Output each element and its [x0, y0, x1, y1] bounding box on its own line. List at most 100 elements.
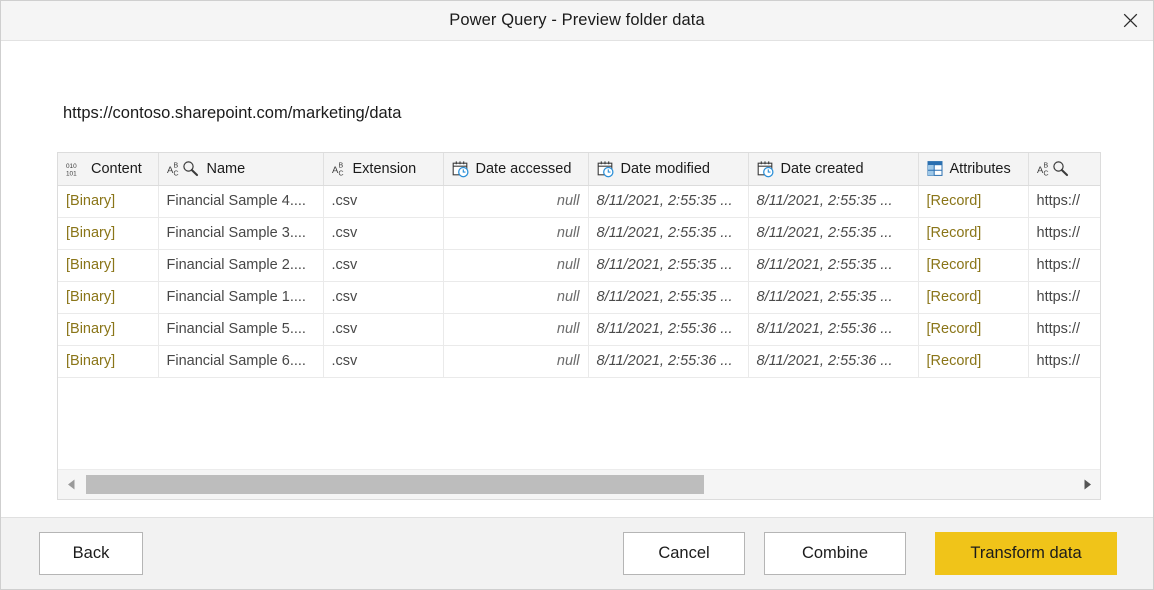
- cell-name: Financial Sample 2....: [158, 249, 324, 282]
- binary-link[interactable]: [Binary]: [66, 353, 115, 369]
- cell-folder-path: https://: [1028, 281, 1100, 314]
- column-header-folder-path[interactable]: A B C: [1028, 153, 1100, 186]
- table-row[interactable]: [Binary] Financial Sample 6.... .csv nul…: [58, 345, 1100, 378]
- triangle-right-icon: [1084, 479, 1091, 490]
- cell-content[interactable]: [Binary]: [58, 185, 159, 218]
- column-header-label: Name: [206, 160, 246, 177]
- cell-folder-path: https://: [1028, 249, 1100, 282]
- binary-link[interactable]: [Binary]: [66, 321, 115, 337]
- binary-link[interactable]: [Binary]: [66, 193, 115, 209]
- binary-link[interactable]: [Binary]: [66, 225, 115, 241]
- column-header-label: Content: [91, 160, 142, 177]
- table-row[interactable]: [Binary] Financial Sample 5.... .csv nul…: [58, 313, 1100, 346]
- scroll-left-button[interactable]: [58, 471, 84, 498]
- table-row[interactable]: [Binary] Financial Sample 1.... .csv nul…: [58, 281, 1100, 314]
- preview-table-container: 010 101 Content A B C Name A B C Extensi…: [57, 152, 1101, 500]
- svg-text:101: 101: [66, 170, 77, 177]
- cell-content[interactable]: [Binary]: [58, 281, 159, 314]
- transform-data-button[interactable]: Transform data: [935, 532, 1117, 575]
- svg-text:B: B: [173, 163, 178, 170]
- close-button[interactable]: [1107, 1, 1153, 39]
- table-row[interactable]: [Binary] Financial Sample 2.... .csv nul…: [58, 249, 1100, 282]
- triangle-left-icon: [67, 479, 74, 490]
- cell-attributes[interactable]: [Record]: [918, 249, 1029, 282]
- cell-name: Financial Sample 5....: [158, 313, 324, 346]
- cell-attributes[interactable]: [Record]: [918, 185, 1029, 218]
- record-link[interactable]: [Record]: [927, 289, 982, 305]
- cell-date-created: 8/11/2021, 2:55:35 ...: [748, 185, 919, 218]
- column-header-label: Attributes: [949, 160, 1011, 177]
- cell-attributes[interactable]: [Record]: [918, 313, 1029, 346]
- binary-link[interactable]: [Binary]: [66, 289, 115, 305]
- table-body: [Binary] Financial Sample 4.... .csv nul…: [58, 185, 1100, 378]
- cell-attributes[interactable]: [Record]: [918, 345, 1029, 378]
- datetime-icon: [597, 161, 614, 178]
- svg-text:C: C: [338, 171, 343, 178]
- cell-extension: .csv: [323, 281, 444, 314]
- table-row[interactable]: [Binary] Financial Sample 4.... .csv nul…: [58, 185, 1100, 218]
- binary-link[interactable]: [Binary]: [66, 257, 115, 273]
- column-header-attributes[interactable]: Attributes: [918, 153, 1029, 186]
- column-header-content[interactable]: 010 101 Content: [58, 153, 159, 186]
- cell-content[interactable]: [Binary]: [58, 249, 159, 282]
- cell-name: Financial Sample 6....: [158, 345, 324, 378]
- cell-date-created: 8/11/2021, 2:55:36 ...: [748, 313, 919, 346]
- record-link[interactable]: [Record]: [927, 193, 982, 209]
- cell-date-modified: 8/11/2021, 2:55:36 ...: [588, 345, 749, 378]
- svg-text:C: C: [173, 171, 178, 178]
- cell-name: Financial Sample 4....: [158, 185, 324, 218]
- preview-grid-clip: 010 101 Content A B C Name A B C Extensi…: [58, 153, 1100, 470]
- cell-folder-path: https://: [1028, 345, 1100, 378]
- cell-folder-path: https://: [1028, 185, 1100, 218]
- cell-date-created: 8/11/2021, 2:55:35 ...: [748, 281, 919, 314]
- column-header-label: Date created: [780, 160, 864, 177]
- column-header-label: Date modified: [620, 160, 710, 177]
- cell-content[interactable]: [Binary]: [58, 313, 159, 346]
- cell-date-modified: 8/11/2021, 2:55:35 ...: [588, 281, 749, 314]
- combine-button[interactable]: Combine: [764, 532, 906, 575]
- column-header-name[interactable]: A B C Name: [158, 153, 324, 186]
- folder-url: https://contoso.sharepoint.com/marketing…: [63, 104, 402, 122]
- dialog-body: https://contoso.sharepoint.com/marketing…: [1, 41, 1153, 517]
- cell-date-accessed: null: [443, 313, 589, 346]
- svg-text:B: B: [1043, 163, 1048, 170]
- record-table-icon: [927, 161, 942, 177]
- preview-table: 010 101 Content A B C Name A B C Extensi…: [58, 153, 1100, 378]
- cell-name: Financial Sample 1....: [158, 281, 324, 314]
- scroll-right-button[interactable]: [1074, 471, 1100, 498]
- cell-content[interactable]: [Binary]: [58, 345, 159, 378]
- record-link[interactable]: [Record]: [927, 257, 982, 273]
- text-any-icon: A B C: [1037, 161, 1068, 177]
- column-header-extension[interactable]: A B C Extension: [323, 153, 444, 186]
- record-link[interactable]: [Record]: [927, 225, 982, 241]
- back-button[interactable]: Back: [39, 532, 143, 575]
- cell-date-accessed: null: [443, 281, 589, 314]
- cell-date-created: 8/11/2021, 2:55:36 ...: [748, 345, 919, 378]
- record-link[interactable]: [Record]: [927, 353, 982, 369]
- scrollbar-thumb[interactable]: [86, 475, 704, 494]
- cell-extension: .csv: [323, 345, 444, 378]
- cell-date-accessed: null: [443, 217, 589, 250]
- cell-name: Financial Sample 3....: [158, 217, 324, 250]
- scrollbar-track[interactable]: [84, 471, 1074, 498]
- datetime-icon: [757, 161, 774, 178]
- column-header-date-modified[interactable]: Date modified: [588, 153, 749, 186]
- horizontal-scrollbar[interactable]: [58, 469, 1100, 499]
- window-title: Power Query - Preview folder data: [449, 11, 705, 29]
- cell-attributes[interactable]: [Record]: [918, 217, 1029, 250]
- close-icon: [1123, 13, 1137, 27]
- header-row: 010 101 Content A B C Name A B C Extensi…: [58, 153, 1100, 186]
- cell-folder-path: https://: [1028, 217, 1100, 250]
- cell-content[interactable]: [Binary]: [58, 217, 159, 250]
- column-header-label: Date accessed: [475, 160, 572, 177]
- table-row[interactable]: [Binary] Financial Sample 3.... .csv nul…: [58, 217, 1100, 250]
- text-icon: A B C: [332, 163, 344, 178]
- column-header-date-accessed[interactable]: Date accessed: [443, 153, 589, 186]
- cell-date-accessed: null: [443, 345, 589, 378]
- cancel-button[interactable]: Cancel: [623, 532, 745, 575]
- svg-text:010: 010: [66, 163, 77, 170]
- cell-attributes[interactable]: [Record]: [918, 281, 1029, 314]
- record-link[interactable]: [Record]: [927, 321, 982, 337]
- cell-date-modified: 8/11/2021, 2:55:35 ...: [588, 217, 749, 250]
- column-header-date-created[interactable]: Date created: [748, 153, 919, 186]
